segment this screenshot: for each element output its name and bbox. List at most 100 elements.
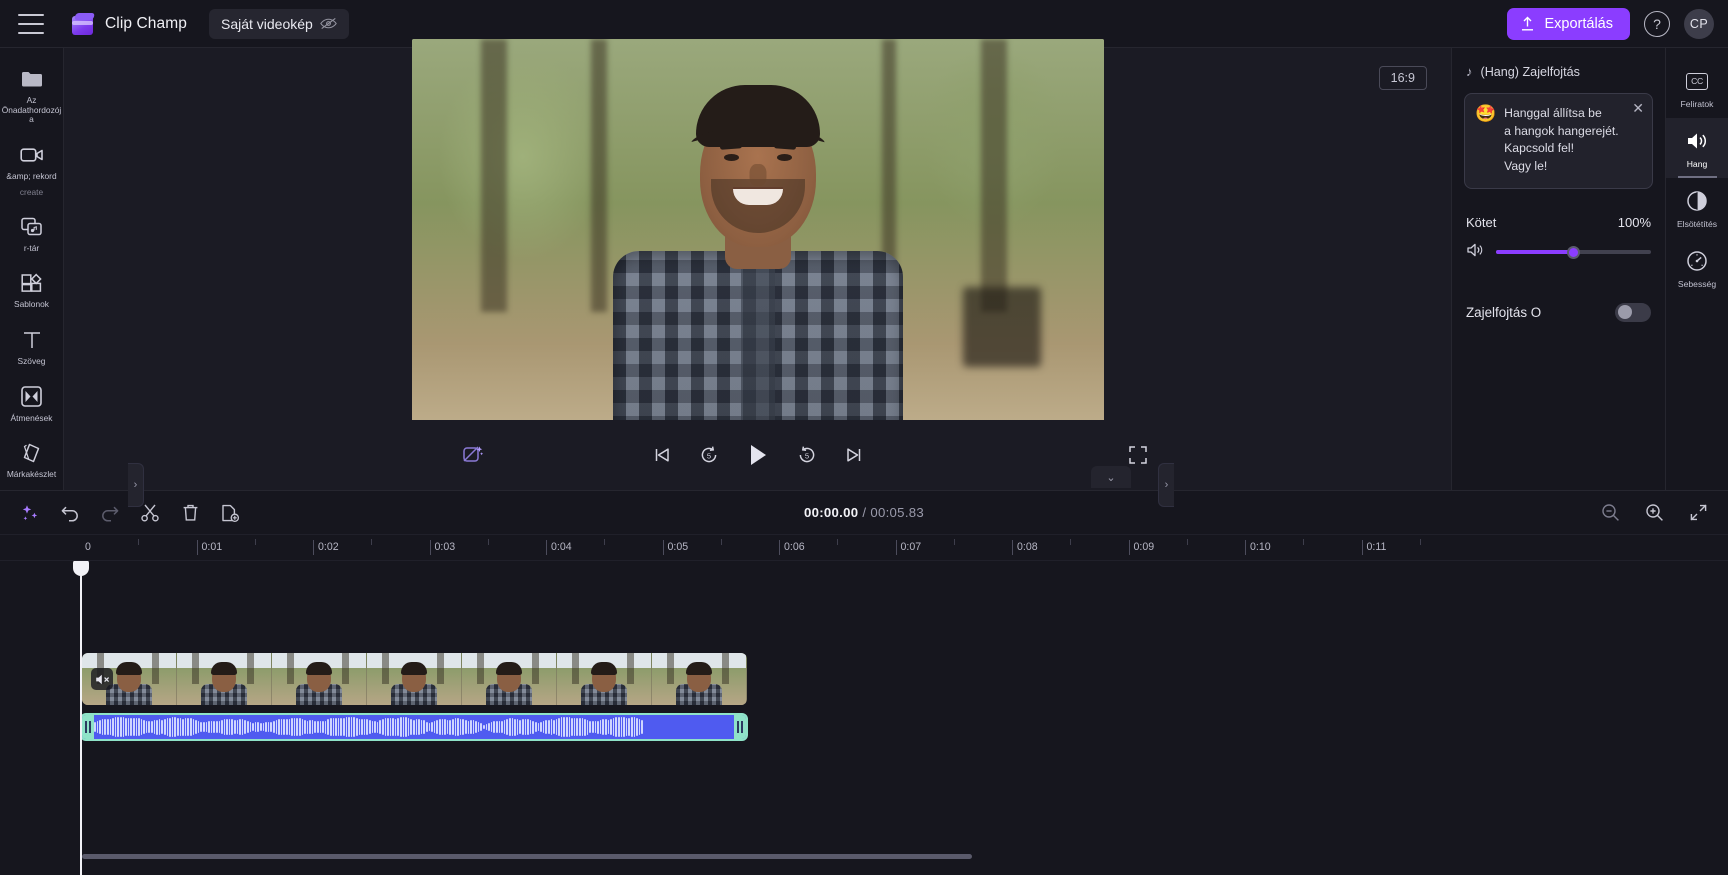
ruler-tick: [895, 540, 897, 555]
skip-previous-icon[interactable]: [649, 442, 675, 468]
export-button[interactable]: Exportálás: [1507, 7, 1630, 40]
tab-label: Elsötétítés: [1676, 219, 1718, 229]
hamburger-icon[interactable]: [18, 13, 44, 34]
speedometer-icon: [1685, 249, 1709, 273]
fit-to-screen-icon[interactable]: [1686, 501, 1710, 525]
zoom-out-icon[interactable]: [1598, 501, 1622, 525]
camera-record-icon: [19, 143, 44, 167]
brand-name: Clip Champ: [105, 14, 187, 32]
magic-remove-bg-icon[interactable]: [460, 442, 486, 468]
expand-left-panel-button[interactable]: ›: [128, 463, 144, 507]
skip-next-icon[interactable]: [841, 442, 867, 468]
tab-captions[interactable]: CC Feliratok: [1666, 58, 1728, 118]
sidebar-item-label: Átmenések: [10, 412, 53, 423]
fullscreen-icon[interactable]: [1125, 442, 1151, 468]
speaker-mute-icon[interactable]: [91, 668, 113, 690]
video-preview[interactable]: [411, 39, 1104, 429]
volume-slider[interactable]: [1496, 245, 1651, 259]
video-stage[interactable]: [411, 39, 1104, 429]
sidebar-item-transitions[interactable]: Átmenések: [1, 376, 63, 431]
speaker-icon[interactable]: [1466, 242, 1484, 263]
tab-audio[interactable]: Hang: [1665, 118, 1728, 178]
ruler-label: 0: [85, 541, 91, 553]
video-clip[interactable]: [82, 653, 747, 705]
aspect-ratio-button[interactable]: 16:9: [1378, 66, 1427, 90]
ruler-tick-minor: [1186, 539, 1188, 545]
timeline-scrollbar-track: [0, 854, 1728, 867]
export-label: Exportálás: [1544, 15, 1613, 32]
sidebar-item-text[interactable]: Szöveg: [1, 319, 63, 374]
sidebar-item-brand-kit[interactable]: Márkakészlet: [1, 432, 63, 487]
trim-handle-right[interactable]: [734, 715, 746, 739]
duplicate-button[interactable]: [218, 501, 242, 525]
audio-waveform: [94, 715, 734, 739]
ruler-tick-minor: [953, 539, 955, 545]
tab-label: Hang: [1686, 159, 1708, 169]
ruler-tick-minor: [371, 539, 373, 545]
ruler-tick: [1245, 540, 1246, 555]
zoom-in-icon[interactable]: [1642, 501, 1666, 525]
ruler-label: 0:08: [1017, 541, 1038, 553]
sidebar-item-record-create[interactable]: &amp; rekord create: [1, 134, 63, 204]
ai-sparkle-button[interactable]: [18, 501, 42, 525]
project-name-label: Saját videokép: [220, 15, 313, 32]
video-thumbnail: [557, 653, 652, 705]
noise-suppression-toggle[interactable]: [1615, 302, 1651, 322]
current-time: 00:00.00: [803, 505, 859, 520]
brand: Clip Champ: [70, 12, 187, 36]
help-circle-icon[interactable]: ?: [1644, 10, 1670, 37]
upload-icon: [1522, 16, 1534, 30]
svg-text:5: 5: [804, 451, 808, 460]
trim-handle-left[interactable]: [82, 715, 94, 739]
tab-fade[interactable]: Elsötétítés: [1666, 178, 1728, 238]
ruler-tick: [546, 540, 547, 555]
time-display: 00:00.00 / 00:05.83: [804, 505, 924, 520]
star-struck-emoji-icon: 🤩: [1475, 104, 1497, 123]
timeline-zoom-controls: [1598, 501, 1710, 525]
total-time: 00:05.83: [870, 505, 925, 520]
project-name-chip[interactable]: Saját videokép: [208, 8, 349, 39]
undo-button[interactable]: [58, 501, 82, 525]
sidebar-item-media-library[interactable]: r-tár: [1, 206, 63, 261]
close-icon[interactable]: ✕: [1632, 101, 1644, 115]
sidebar-item-templates[interactable]: Sablonok: [1, 262, 63, 317]
noise-suppression-row: Zajelfojtás O: [1466, 302, 1651, 322]
ruler-tick-minor: [1303, 539, 1305, 545]
forward-5s-icon[interactable]: 5: [794, 442, 820, 468]
play-icon[interactable]: [743, 440, 773, 470]
ruler-label: 0:09: [1133, 541, 1155, 553]
video-thumbnail: [177, 653, 272, 705]
audio-clip[interactable]: [80, 713, 748, 741]
left-sidebar: Az Önadathordozója &amp; rekord create r…: [0, 48, 64, 490]
video-subject: [612, 85, 903, 429]
playhead[interactable]: [73, 561, 89, 875]
volume-section: Kötet 100% Zajelfojtás O: [1452, 215, 1665, 322]
music-note-icon: ♪: [1466, 64, 1473, 79]
header-actions: Exportálás ? CP: [1507, 7, 1714, 40]
tip-line: Vagy le!: [1504, 159, 1548, 174]
ruler-tick-minor: [254, 539, 256, 545]
avatar[interactable]: CP: [1684, 8, 1714, 39]
redo-button[interactable]: [98, 501, 122, 525]
ruler-tick-minor: [487, 539, 489, 545]
timeline-toolbar: 00:00.00 / 00:05.83: [0, 491, 1728, 535]
video-thumbnail: [462, 653, 557, 705]
ruler-tick: [429, 540, 431, 555]
sidebar-item-your-media[interactable]: Az Önadathordozója: [1, 58, 63, 132]
ruler-label: 0:03: [434, 541, 456, 553]
collapse-timeline-button[interactable]: ⌄: [1091, 466, 1131, 488]
rewind-5s-icon[interactable]: 5: [696, 442, 722, 468]
ruler-tick: [1128, 540, 1130, 555]
ruler-label: 0:07: [900, 541, 922, 553]
noise-suppression-label: Zajelfojtás O: [1466, 304, 1542, 320]
fade-icon: [1685, 189, 1709, 213]
timeline-ruler[interactable]: 0 0:01 0:02 0:03 0:04 0:05 0:06 0:07 0:08 0:09 0:1…: [0, 535, 1728, 561]
timeline-scrollbar-thumb[interactable]: [82, 854, 972, 859]
ruler-tick-minor: [1070, 539, 1072, 545]
tab-speed[interactable]: Sebesség: [1666, 238, 1728, 298]
video-stage-wrap: 16:9: [64, 39, 1451, 429]
delete-button[interactable]: [178, 501, 202, 525]
transitions-icon: [20, 385, 44, 409]
tab-label: Sebesség: [1677, 279, 1717, 289]
collapse-right-panel-button[interactable]: ›: [1158, 463, 1174, 507]
